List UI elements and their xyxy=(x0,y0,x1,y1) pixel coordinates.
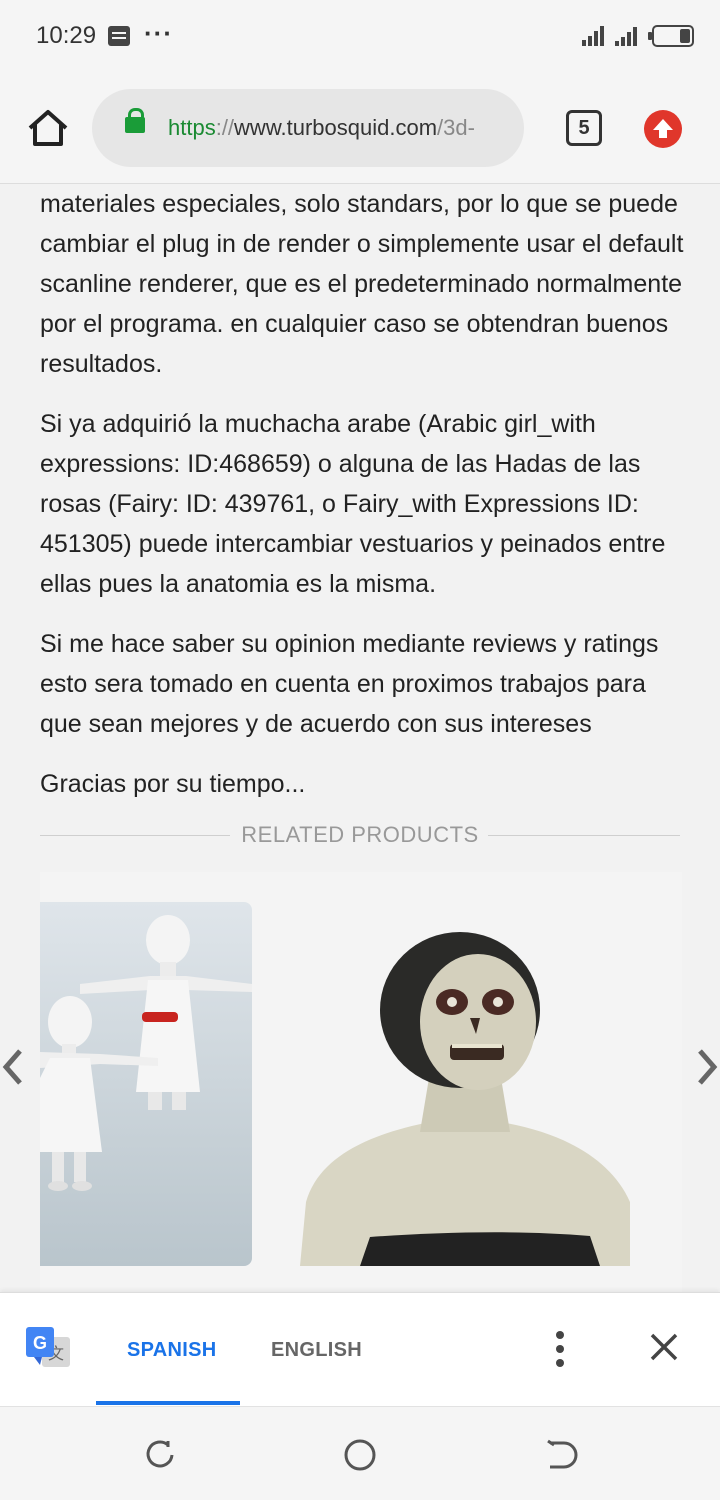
battery-icon xyxy=(648,25,694,47)
product-thumbnail[interactable] xyxy=(40,902,252,1266)
home-button[interactable] xyxy=(26,108,70,148)
more-notifications-icon: ··· xyxy=(144,18,173,48)
update-button[interactable] xyxy=(644,110,682,148)
address-bar[interactable]: https://www.turbosquid.com/3d- xyxy=(92,89,524,167)
product-thumbnail[interactable] xyxy=(300,932,640,1266)
description-paragraph: Si me hace saber su opinion mediante rev… xyxy=(40,630,659,738)
white-dress-figures-image xyxy=(40,915,252,1191)
url-text: https://www.turbosquid.com/3d- xyxy=(168,115,475,140)
product-description: materiales especiales, solo standars, po… xyxy=(40,184,685,824)
related-products-carousel xyxy=(0,872,720,1292)
tab-english[interactable]: ENGLISH xyxy=(271,1339,362,1362)
tab-spanish[interactable]: SPANISH xyxy=(127,1339,217,1362)
related-products-label: RELATED PRODUCTS xyxy=(241,822,479,847)
recents-button[interactable] xyxy=(142,1437,178,1473)
signal-1-icon xyxy=(582,26,608,46)
signal-2-icon xyxy=(615,26,641,46)
system-nav-bar xyxy=(0,1406,720,1500)
home-circle-icon xyxy=(344,1439,376,1471)
description-paragraph: Si ya adquirió la muchacha arabe (Arabic… xyxy=(40,410,666,598)
selected-tab-indicator xyxy=(96,1401,240,1405)
lock-icon xyxy=(125,108,145,133)
home-icon xyxy=(28,110,68,146)
close-icon xyxy=(650,1333,678,1361)
svg-text:G: G xyxy=(33,1333,47,1353)
translate-close-button[interactable] xyxy=(644,1327,684,1367)
chevron-left-icon xyxy=(2,1049,22,1085)
notification-doc-icon xyxy=(108,26,130,46)
description-paragraph: Gracias por su tiempo... xyxy=(40,770,306,798)
zombie-bust-image xyxy=(300,932,630,1266)
arrow-up-icon xyxy=(653,119,673,138)
related-products-header: RELATED PRODUCTS xyxy=(40,816,680,856)
carousel-next-button[interactable] xyxy=(690,1047,720,1087)
status-time: 10:29 xyxy=(36,22,97,49)
browser-toolbar: https://www.turbosquid.com/3d- 5 xyxy=(0,72,720,184)
status-bar: 10:29 ··· xyxy=(0,0,720,72)
back-icon xyxy=(547,1439,578,1469)
home-nav-button[interactable] xyxy=(342,1437,378,1473)
translate-more-button[interactable] xyxy=(548,1329,572,1369)
recents-icon xyxy=(146,1440,174,1468)
chevron-right-icon xyxy=(698,1049,718,1085)
back-button[interactable] xyxy=(542,1437,578,1473)
tab-switcher-button[interactable]: 5 xyxy=(566,110,602,146)
google-translate-icon: 文 G xyxy=(26,1327,70,1371)
carousel-prev-button[interactable] xyxy=(0,1047,30,1087)
translate-bar: 文 G SPANISH ENGLISH xyxy=(0,1292,720,1406)
description-paragraph: materiales especiales, solo standars, po… xyxy=(40,190,684,378)
